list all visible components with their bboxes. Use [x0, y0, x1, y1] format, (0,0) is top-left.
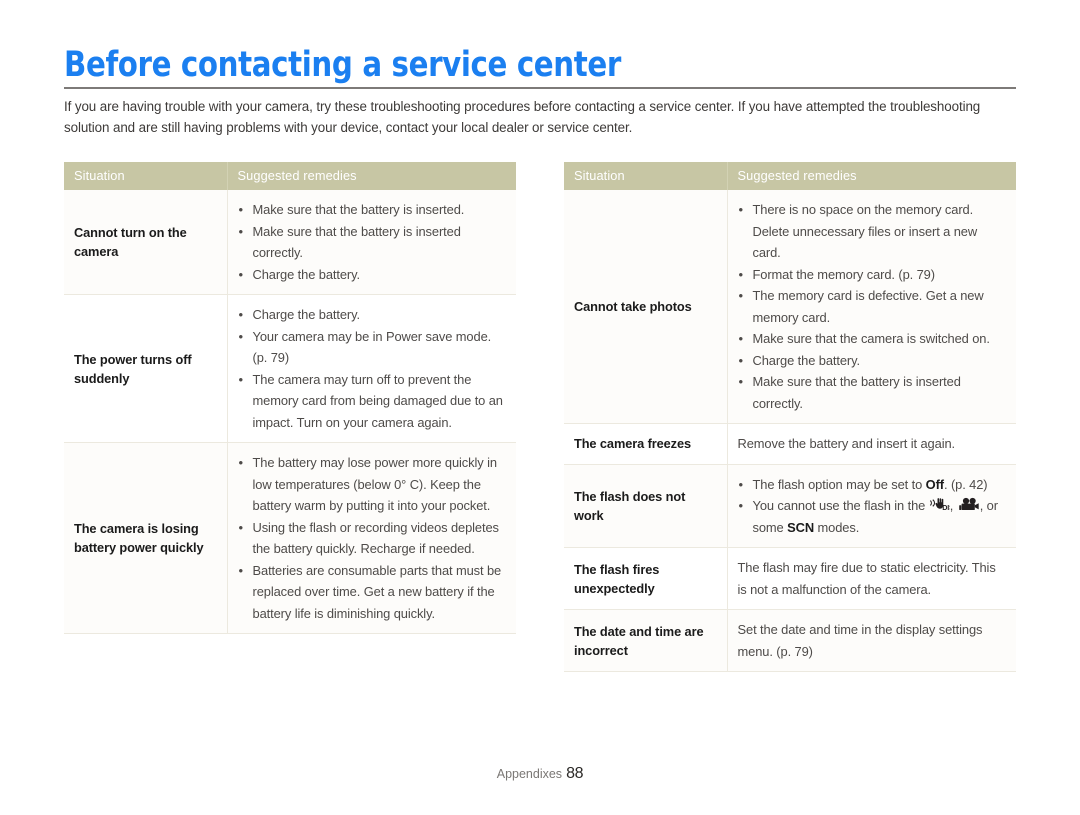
cell-remedies: Set the date and time in the display set…	[727, 609, 1016, 672]
dis-mode-icon: DIS	[929, 497, 950, 512]
table-row: The camera freezes Remove the battery an…	[564, 423, 1016, 465]
cell-situation: The camera is losing battery power quick…	[64, 442, 228, 634]
remedy-text-part: modes.	[814, 519, 860, 535]
cell-remedies: The battery may lose power more quickly …	[227, 442, 516, 634]
remedy-item: Make sure that the battery is inserted c…	[738, 371, 1007, 414]
footer-section-label: Appendixes	[496, 767, 563, 781]
remedy-list: Charge the battery. Your camera may be i…	[238, 304, 507, 433]
movie-camera-icon	[957, 497, 980, 512]
remedy-list: The battery may lose power more quickly …	[238, 452, 507, 624]
remedy-text-part: ,	[949, 498, 957, 513]
remedy-item: Format the memory card. (p. 79)	[738, 264, 1007, 286]
table-header-row: Situation Suggested remedies	[564, 162, 1016, 190]
remedy-item: Your camera may be in Power save mode. (…	[238, 326, 507, 369]
remedy-item: Batteries are consumable parts that must…	[238, 560, 507, 625]
cell-situation: The date and time are incorrect	[564, 609, 728, 672]
remedy-text-part: The flash option may be set to	[752, 476, 926, 492]
cell-situation: Cannot turn on the camera	[64, 190, 228, 295]
remedy-list: Make sure that the battery is inserted. …	[238, 199, 507, 285]
table-row: The flash fires unexpectedly The flash m…	[564, 547, 1016, 610]
remedy-item: The memory card is defective. Get a new …	[738, 285, 1007, 328]
column-header-remedies: Suggested remedies	[727, 162, 1016, 190]
cell-situation: The power turns off suddenly	[64, 294, 228, 443]
table-row: The camera is losing battery power quick…	[64, 442, 516, 634]
remedy-item: Make sure that the camera is switched on…	[738, 328, 1007, 350]
cell-remedies: The flash option may be set to Off. (p. …	[727, 464, 1016, 548]
footer-page-number: 88	[566, 765, 584, 782]
cell-situation: The flash does not work	[564, 464, 728, 548]
troubleshooting-table-left: Situation Suggested remedies Cannot turn…	[64, 162, 516, 634]
page-title: Before contacting a service center	[64, 45, 621, 85]
cell-situation: The camera freezes	[564, 423, 728, 465]
troubleshooting-table-right: Situation Suggested remedies Cannot take…	[564, 162, 1016, 672]
column-header-situation: Situation	[64, 162, 228, 190]
remedy-text-part: You cannot use the flash in the	[752, 498, 929, 513]
cell-remedies: Make sure that the battery is inserted. …	[227, 190, 516, 295]
remedy-item: Charge the battery.	[238, 304, 507, 326]
remedy-item: Charge the battery.	[238, 264, 507, 286]
remedy-item: The flash option may be set to Off. (p. …	[738, 474, 1007, 496]
remedy-item: Make sure that the battery is inserted c…	[238, 221, 507, 264]
table-row: Cannot turn on the camera Make sure that…	[64, 190, 516, 295]
remedy-item: The battery may lose power more quickly …	[238, 452, 507, 517]
cell-remedies: Remove the battery and insert it again.	[727, 423, 1016, 465]
remedy-text: Set the date and time in the display set…	[737, 622, 983, 659]
remedy-text: Remove the battery and insert it again.	[737, 436, 956, 451]
remedy-item: The camera may turn off to prevent the m…	[238, 369, 507, 434]
svg-text:DIS: DIS	[942, 503, 950, 512]
remedy-item: Charge the battery.	[738, 350, 1007, 372]
table-row: Cannot take photos There is no space on …	[564, 190, 1016, 424]
table-row: The date and time are incorrect Set the …	[564, 609, 1016, 672]
page-footer: Appendixes 88	[0, 765, 1080, 783]
remedy-item: Using the flash or recording videos depl…	[238, 517, 507, 560]
cell-remedies: Charge the battery. Your camera may be i…	[227, 294, 516, 443]
remedy-item: You cannot use the flash in the DIS, , o…	[738, 495, 1007, 538]
column-header-situation: Situation	[564, 162, 728, 190]
document-page: Before contacting a service center If yo…	[0, 0, 1080, 815]
scn-mode-label: SCN	[787, 519, 815, 535]
column-header-remedies: Suggested remedies	[227, 162, 516, 190]
intro-paragraph: If you are having trouble with your came…	[64, 99, 981, 135]
remedy-item: Make sure that the battery is inserted.	[238, 199, 507, 221]
remedy-text-part: . (p. 42)	[943, 476, 988, 492]
table-row: The flash does not work The flash option…	[564, 464, 1016, 548]
remedy-item: There is no space on the memory card. De…	[738, 199, 1007, 264]
remedy-list: There is no space on the memory card. De…	[738, 199, 1007, 414]
remedy-list: The flash option may be set to Off. (p. …	[738, 474, 1007, 539]
cell-remedies: There is no space on the memory card. De…	[727, 190, 1016, 424]
cell-remedies: The flash may fire due to static electri…	[727, 547, 1016, 610]
remedy-text: The flash may fire due to static electri…	[737, 560, 996, 597]
flash-off-value: Off	[925, 476, 944, 492]
table-row: The power turns off suddenly Charge the …	[64, 294, 516, 443]
table-header-row: Situation Suggested remedies	[64, 162, 516, 190]
cell-situation: Cannot take photos	[564, 190, 728, 424]
title-divider	[64, 87, 1016, 89]
page-title-block: Before contacting a service center	[64, 46, 1016, 89]
cell-situation: The flash fires unexpectedly	[564, 547, 728, 610]
